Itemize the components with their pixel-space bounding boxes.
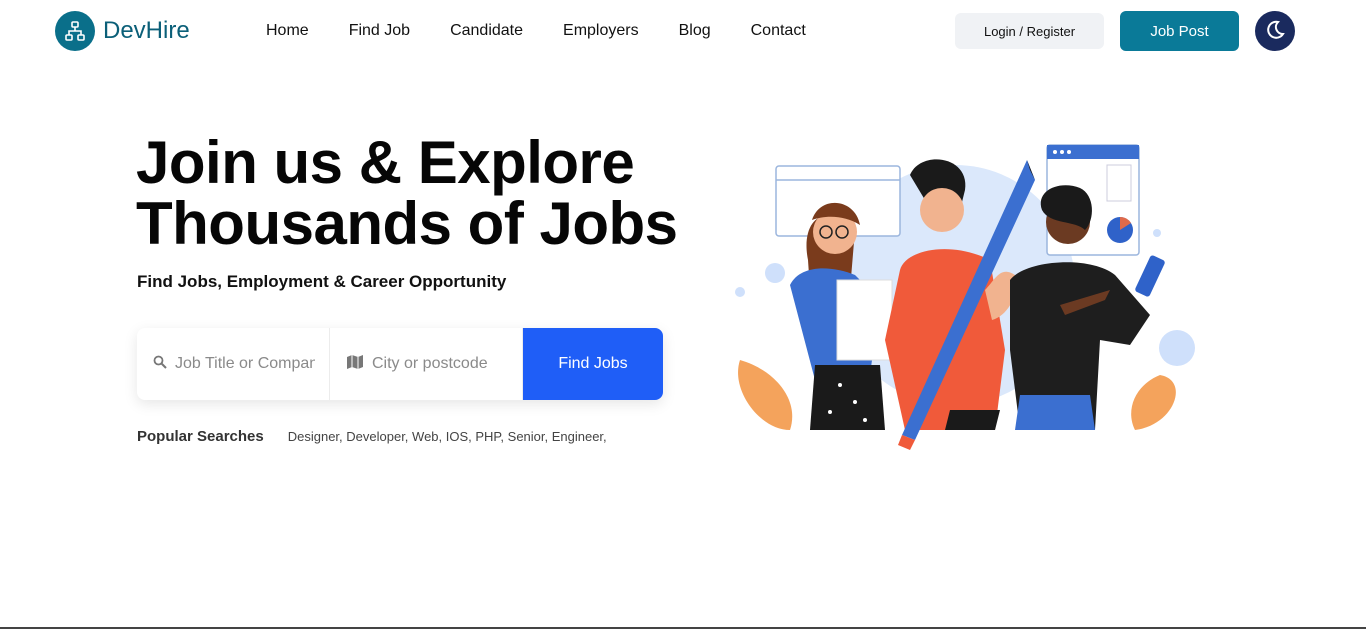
job-post-button[interactable]: Job Post [1120, 11, 1239, 51]
nav-find-job[interactable]: Find Job [349, 22, 410, 40]
job-title-field [137, 328, 330, 400]
moon-icon [1264, 19, 1286, 44]
hero-title-line-1: Join us & Explore [136, 129, 635, 196]
nav-home[interactable]: Home [266, 22, 309, 40]
job-search-form: Find Jobs [137, 328, 663, 400]
sitemap-icon [55, 11, 95, 51]
find-jobs-button[interactable]: Find Jobs [523, 328, 663, 400]
brand-logo[interactable]: DevHire [55, 11, 190, 51]
map-icon [346, 354, 364, 374]
login-register-button[interactable]: Login / Register [955, 13, 1104, 49]
nav-contact[interactable]: Contact [751, 22, 806, 40]
hero-illustration [730, 140, 1200, 450]
main-nav: Home Find Job Candidate Employers Blog C… [266, 22, 846, 40]
popular-search-tags[interactable]: Designer, Developer, Web, IOS, PHP, Seni… [288, 429, 607, 444]
nav-blog[interactable]: Blog [679, 22, 711, 40]
top-header: DevHire Home Find Job Candidate Employer… [0, 0, 1366, 62]
hero-title-line-2: Thousands of Jobs [136, 190, 678, 257]
location-field [330, 328, 523, 400]
hero-title: Join us & Explore Thousands of Jobs [136, 132, 696, 254]
nav-candidate[interactable]: Candidate [450, 22, 523, 40]
popular-searches-label: Popular Searches [137, 428, 264, 445]
theme-toggle-button[interactable] [1255, 11, 1295, 51]
popular-searches: Popular Searches Designer, Developer, We… [137, 428, 607, 445]
location-input[interactable] [372, 355, 512, 373]
brand-name: DevHire [103, 17, 190, 44]
hero-subtitle: Find Jobs, Employment & Career Opportuni… [137, 272, 507, 291]
job-title-input[interactable] [175, 355, 315, 373]
search-icon [153, 355, 167, 374]
nav-employers[interactable]: Employers [563, 22, 639, 40]
